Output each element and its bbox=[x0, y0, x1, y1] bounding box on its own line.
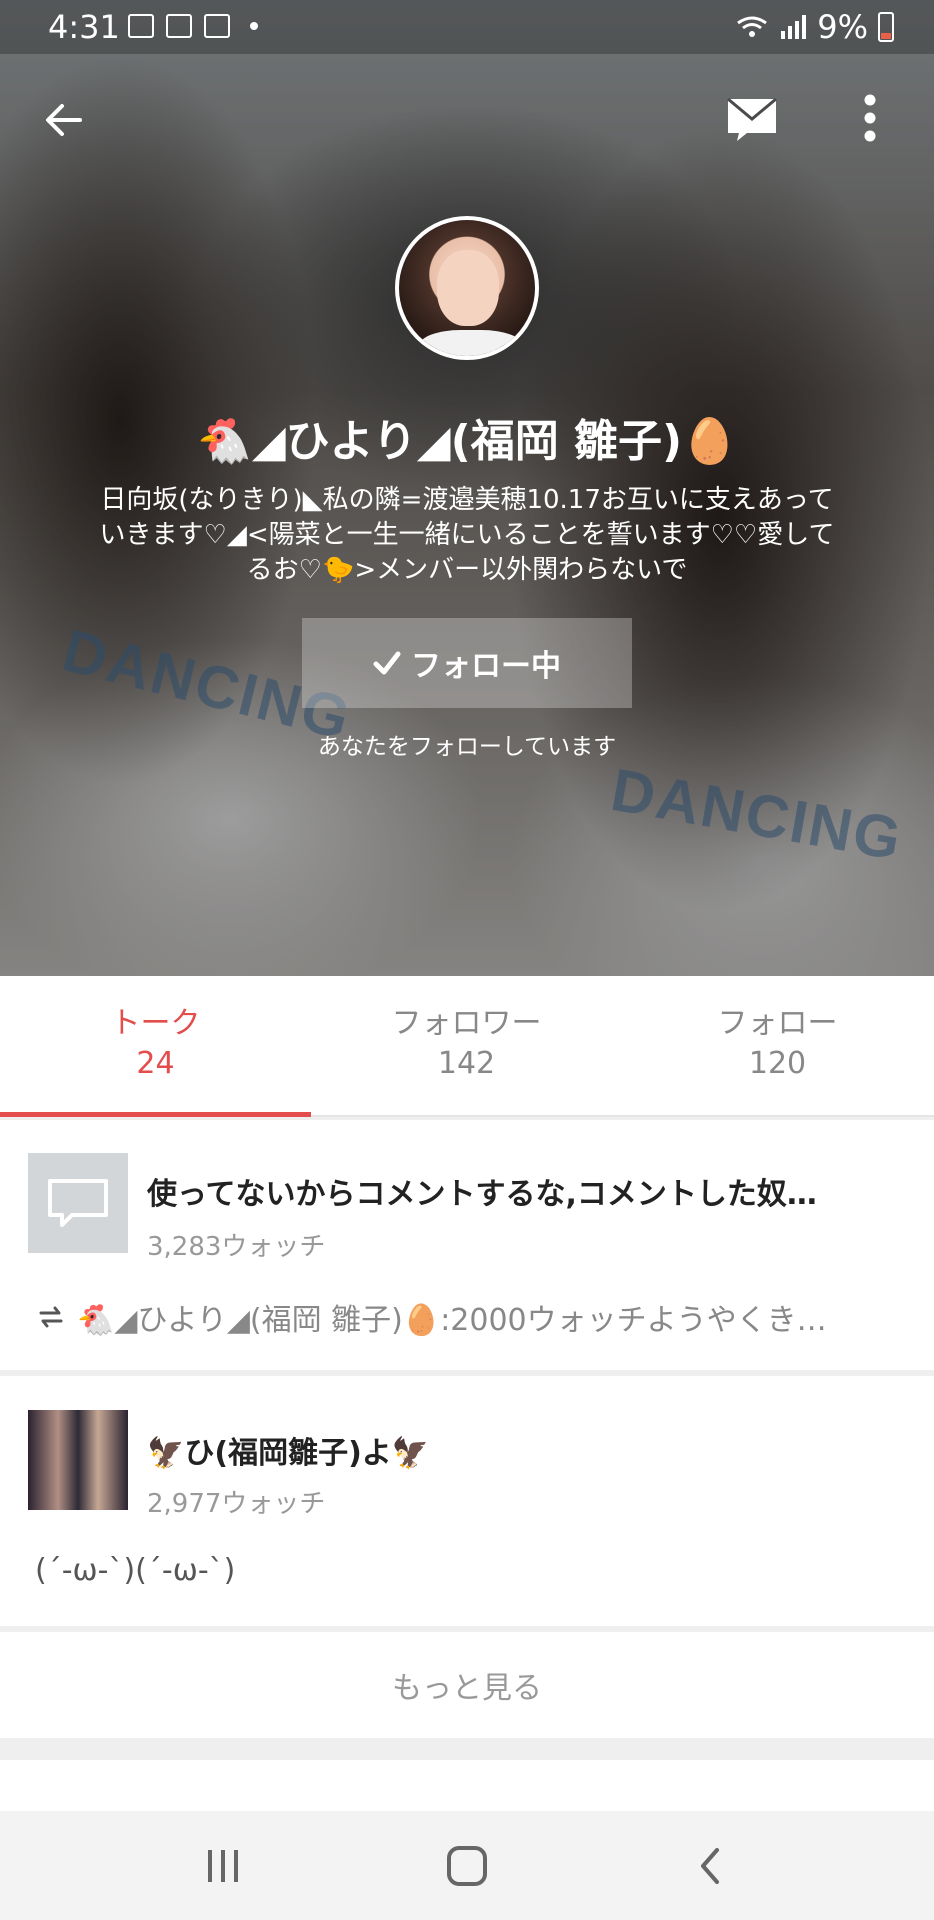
mail-icon bbox=[727, 97, 777, 141]
tab-following-count: 120 bbox=[748, 1046, 807, 1081]
status-bar: 4:31 9% bbox=[0, 0, 934, 54]
talk-latest-message: (´-ω-`)(´-ω-`) bbox=[35, 1553, 905, 1588]
chevron-left-icon bbox=[701, 1847, 719, 1884]
tab-talk-count: 24 bbox=[136, 1046, 175, 1081]
speech-bubble-icon bbox=[48, 1179, 108, 1227]
status-system: 9% bbox=[735, 8, 894, 46]
tab-talk[interactable]: トーク 24 bbox=[0, 1004, 311, 1084]
back-button[interactable] bbox=[36, 92, 92, 148]
following-button[interactable]: フォロー中 bbox=[302, 618, 632, 708]
profile-avatar[interactable] bbox=[395, 216, 539, 360]
system-nav-bar bbox=[0, 1811, 934, 1920]
image-icon bbox=[128, 14, 154, 38]
status-time: 4:31 bbox=[48, 8, 120, 46]
battery-percent: 9% bbox=[817, 8, 868, 46]
check-icon bbox=[373, 651, 401, 675]
tab-active-indicator bbox=[0, 1112, 311, 1117]
next-card-edge bbox=[0, 1760, 934, 1811]
signal-icon bbox=[781, 15, 807, 39]
home-icon bbox=[447, 1845, 487, 1886]
profile-tabs: トーク 24 フォロワー 142 フォロー 120 bbox=[0, 976, 934, 1116]
talk-latest-message: 🐔◢ひより◢(福岡 雛子)🥚:2000ウォッチようやくき… bbox=[35, 1295, 905, 1339]
dot-icon bbox=[250, 22, 258, 30]
battery-icon bbox=[878, 12, 894, 42]
message-button[interactable] bbox=[722, 90, 782, 146]
talk-title: 使ってないからコメントするな,コメントした奴… bbox=[147, 1177, 817, 1212]
talk-latest-text: (´-ω-`)(´-ω-`) bbox=[35, 1553, 236, 1588]
profile-bio: 日向坂(なりきり)◣私の隣=渡邉美穂10.17お互いに支えあっていきます♡◢<陽… bbox=[99, 485, 835, 585]
au-icon bbox=[204, 14, 230, 38]
wifi-icon bbox=[737, 16, 768, 37]
tab-following[interactable]: フォロー 120 bbox=[622, 1004, 933, 1084]
talk-watch-count: 2,977ウォッチ bbox=[147, 1489, 326, 1519]
tab-followers-count: 142 bbox=[437, 1046, 496, 1081]
talk-watch-count: 3,283ウォッチ bbox=[147, 1232, 326, 1262]
talk-thumbnail bbox=[28, 1410, 128, 1510]
document-icon bbox=[166, 14, 192, 38]
tab-following-label: フォロー bbox=[717, 1006, 838, 1041]
talk-thumbnail bbox=[28, 1153, 128, 1253]
talk-title: 🦅ひ(福岡雛子)よ🦅 bbox=[147, 1436, 430, 1471]
back-nav-button[interactable] bbox=[650, 1811, 770, 1920]
follows-you-label: あなたをフォローしています bbox=[317, 734, 617, 760]
arrow-left-icon bbox=[46, 104, 82, 136]
see-more-button[interactable]: もっと見る bbox=[0, 1632, 934, 1738]
home-button[interactable] bbox=[407, 1811, 527, 1920]
talk-latest-text: 🐔◢ひより◢(福岡 雛子)🥚:2000ウォッチようやくき… bbox=[77, 1303, 827, 1338]
avatar-face bbox=[437, 250, 499, 326]
talk-card[interactable] bbox=[0, 1376, 934, 1626]
repost-icon bbox=[39, 1306, 63, 1328]
avatar-shirt bbox=[419, 330, 523, 356]
more-options-button[interactable] bbox=[852, 90, 888, 146]
following-label: フォロー中 bbox=[411, 649, 561, 684]
tab-followers[interactable]: フォロワー 142 bbox=[311, 1004, 622, 1084]
recent-apps-icon bbox=[208, 1849, 238, 1882]
tab-followers-label: フォロワー bbox=[391, 1006, 542, 1041]
more-vertical-icon bbox=[864, 94, 876, 142]
status-notification-icons bbox=[128, 14, 258, 38]
tab-talk-label: トーク bbox=[110, 1006, 201, 1041]
profile-name: 🐔◢ひより◢(福岡 雛子)🥚 bbox=[197, 416, 737, 467]
recent-apps-button[interactable] bbox=[163, 1811, 283, 1920]
